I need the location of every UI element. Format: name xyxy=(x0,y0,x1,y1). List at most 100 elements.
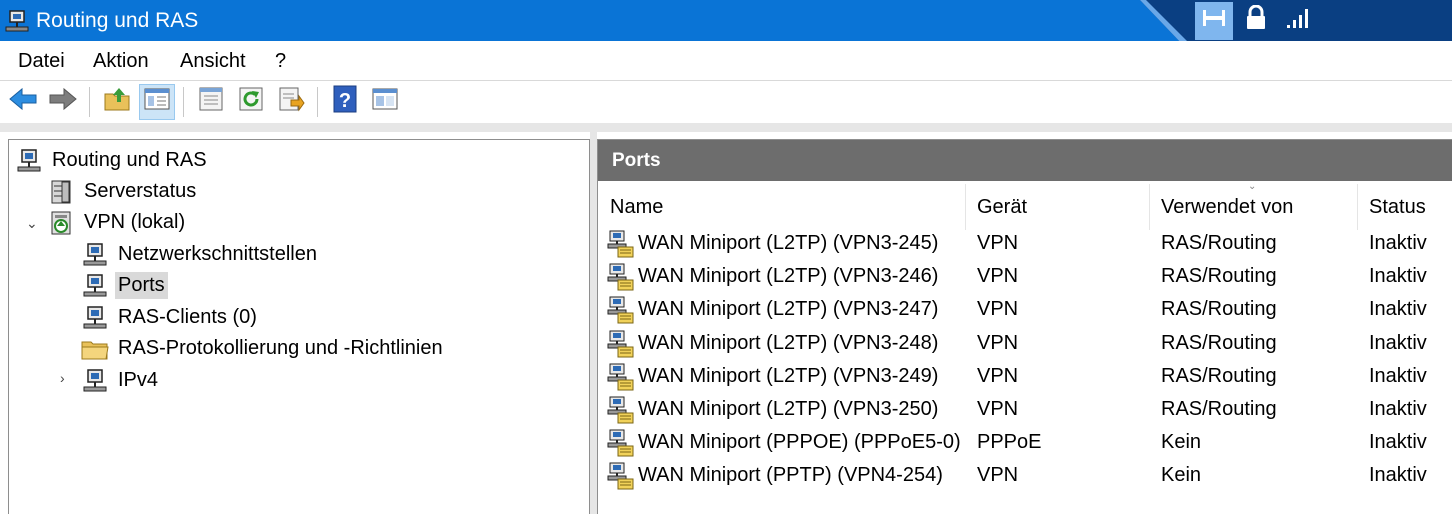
cell-status: Inaktiv xyxy=(1369,398,1427,420)
show-hide-tree-button[interactable] xyxy=(139,84,175,120)
table-row[interactable]: WAN Miniport (L2TP) (VPN3-250) VPN RAS/Rou… xyxy=(598,394,1452,427)
cell-name: WAN Miniport (L2TP) (VPN3-249) xyxy=(638,364,939,387)
tree-item-ports[interactable]: Ports xyxy=(81,270,168,301)
port-icon xyxy=(607,462,635,490)
cell-name: WAN Miniport (L2TP) (VPN3-250) xyxy=(638,398,939,420)
pin-icon xyxy=(1201,7,1227,35)
tree-item-serverstatus[interactable]: Serverstatus xyxy=(47,176,199,207)
pin-button[interactable] xyxy=(1195,2,1233,40)
expand-chevron-icon[interactable]: › xyxy=(60,370,65,386)
tree-item-label: Serverstatus xyxy=(84,180,197,202)
folder-icon xyxy=(81,335,109,363)
cell-used-by: Kein xyxy=(1161,431,1202,454)
back-arrow-icon xyxy=(8,87,38,117)
port-icon xyxy=(607,429,635,457)
toolbar-bottom-band xyxy=(0,123,1452,132)
lock-button[interactable] xyxy=(1237,2,1275,40)
network-interface-icon xyxy=(81,241,109,269)
cell-used-by: RAS/Routing xyxy=(1161,331,1277,354)
cell-name: WAN Miniport (PPPOE) (PPPoE5-0) xyxy=(638,431,961,454)
cell-name: WAN Miniport (PPTP) (VPN4-254) xyxy=(638,464,943,487)
tree-item-ipv4[interactable]: IPv4 xyxy=(81,365,161,396)
cell-used-by: RAS/Routing xyxy=(1161,232,1277,254)
port-icon xyxy=(607,263,635,291)
table-row[interactable]: WAN Miniport (L2TP) (VPN3-245) VPN RAS/Rou… xyxy=(598,228,1452,261)
table-row[interactable]: WAN Miniport (PPPOE) (PPPoE5-0) PPPoE Kein… xyxy=(598,427,1452,460)
column-divider[interactable] xyxy=(1149,184,1150,230)
table-row[interactable]: WAN Miniport (PPTP) (VPN4-254) VPN Kein Ina… xyxy=(598,460,1452,493)
tree-item-vpn-lokal[interactable]: VPN (lokal) xyxy=(47,207,188,238)
port-icon xyxy=(607,396,635,424)
cell-used-by: Kein xyxy=(1161,464,1202,487)
routing-server-icon xyxy=(4,8,30,34)
cell-name: WAN Miniport (L2TP) (VPN3-245) xyxy=(638,232,939,254)
menu-help[interactable]: ? xyxy=(275,50,286,73)
tree-item-label: RAS-Protokollierung und -Richtlinien xyxy=(118,337,443,359)
title-bar: Routing und RAS xyxy=(0,0,1452,46)
cell-device: VPN xyxy=(977,464,1019,487)
ipv4-icon xyxy=(81,367,109,395)
cell-used-by: RAS/Routing xyxy=(1161,298,1277,321)
tree-item-routing-und-ras[interactable]: Routing und RAS xyxy=(15,145,210,176)
tree-item-label: Netzwerkschnittstellen xyxy=(118,243,317,265)
cell-device: VPN xyxy=(977,364,1019,387)
tree-item-ras-protokollierung[interactable]: RAS-Protokollierung und -Richtlinien xyxy=(81,333,446,364)
forward-button[interactable] xyxy=(45,84,81,120)
cell-device: VPN xyxy=(977,331,1019,354)
cell-status: Inaktiv xyxy=(1369,265,1427,288)
help-icon: ? xyxy=(332,85,358,119)
table-row[interactable]: WAN Miniport (L2TP) (VPN3-247) VPN RAS/Rou… xyxy=(598,294,1452,327)
up-folder-icon xyxy=(103,86,131,118)
signal-button[interactable] xyxy=(1279,2,1317,40)
menu-datei[interactable]: Datei xyxy=(18,50,65,73)
tree-item-ras-clients[interactable]: RAS-Clients (0) xyxy=(81,302,260,333)
show-hide-tree-icon xyxy=(143,86,171,118)
column-header-name[interactable]: Name xyxy=(610,196,663,219)
result-pane: Ports ⌄ Name Gerät Verwendet von Status … xyxy=(597,139,1452,514)
cell-name: WAN Miniport (L2TP) (VPN3-248) xyxy=(638,331,939,354)
port-icon xyxy=(607,363,635,391)
connection-bar xyxy=(1140,0,1452,46)
properties-button[interactable] xyxy=(193,84,229,120)
back-button[interactable] xyxy=(5,84,41,120)
cell-device: VPN xyxy=(977,398,1019,420)
help-button[interactable]: ? xyxy=(327,84,363,120)
cell-used-by: RAS/Routing xyxy=(1161,265,1277,288)
port-icon xyxy=(607,296,635,324)
cell-status: Inaktiv xyxy=(1369,232,1427,254)
ports-icon xyxy=(81,272,109,300)
mmc-console-button[interactable] xyxy=(367,84,403,120)
collapse-chevron-icon[interactable]: ⌄ xyxy=(26,215,38,232)
forward-arrow-icon xyxy=(48,87,78,117)
tree-item-label: Routing und RAS xyxy=(52,149,207,171)
refresh-button[interactable] xyxy=(233,84,269,120)
cell-status: Inaktiv xyxy=(1369,431,1427,454)
server-status-icon xyxy=(47,178,75,206)
ras-clients-icon xyxy=(81,304,109,332)
column-header-status[interactable]: Status xyxy=(1369,196,1426,219)
cell-status: Inaktiv xyxy=(1369,364,1427,387)
up-level-button[interactable] xyxy=(99,84,135,120)
cell-device: VPN xyxy=(977,265,1019,288)
export-list-button[interactable] xyxy=(273,84,309,120)
table-row[interactable]: WAN Miniport (L2TP) (VPN3-248) VPN RAS/Rou… xyxy=(598,328,1452,361)
tree-item-netzwerkschnittstellen[interactable]: Netzwerkschnittstellen xyxy=(81,239,320,270)
menu-aktion[interactable]: Aktion xyxy=(93,50,149,73)
tree-item-label: Ports xyxy=(115,272,168,299)
tree-item-label: VPN (lokal) xyxy=(84,211,186,233)
toolbar-separator xyxy=(317,87,318,117)
pane-splitter[interactable] xyxy=(590,132,597,514)
tree-item-label: IPv4 xyxy=(118,369,159,391)
port-icon xyxy=(607,230,635,258)
column-divider[interactable] xyxy=(1357,184,1358,230)
toolbar-separator xyxy=(183,87,184,117)
cell-device: VPN xyxy=(977,298,1019,321)
column-header-geraet[interactable]: Gerät xyxy=(977,196,1027,219)
column-header-verwendet-von[interactable]: Verwendet von xyxy=(1161,196,1293,219)
menu-ansicht[interactable]: Ansicht xyxy=(180,50,246,73)
table-row[interactable]: WAN Miniport (L2TP) (VPN3-249) VPN RAS/Rou… xyxy=(598,361,1452,394)
menu-bar: Datei Aktion Ansicht ? xyxy=(0,41,1452,81)
column-divider[interactable] xyxy=(965,184,966,230)
lock-icon xyxy=(1244,4,1268,37)
table-row[interactable]: WAN Miniport (L2TP) (VPN3-246) VPN RAS/Rou… xyxy=(598,261,1452,294)
